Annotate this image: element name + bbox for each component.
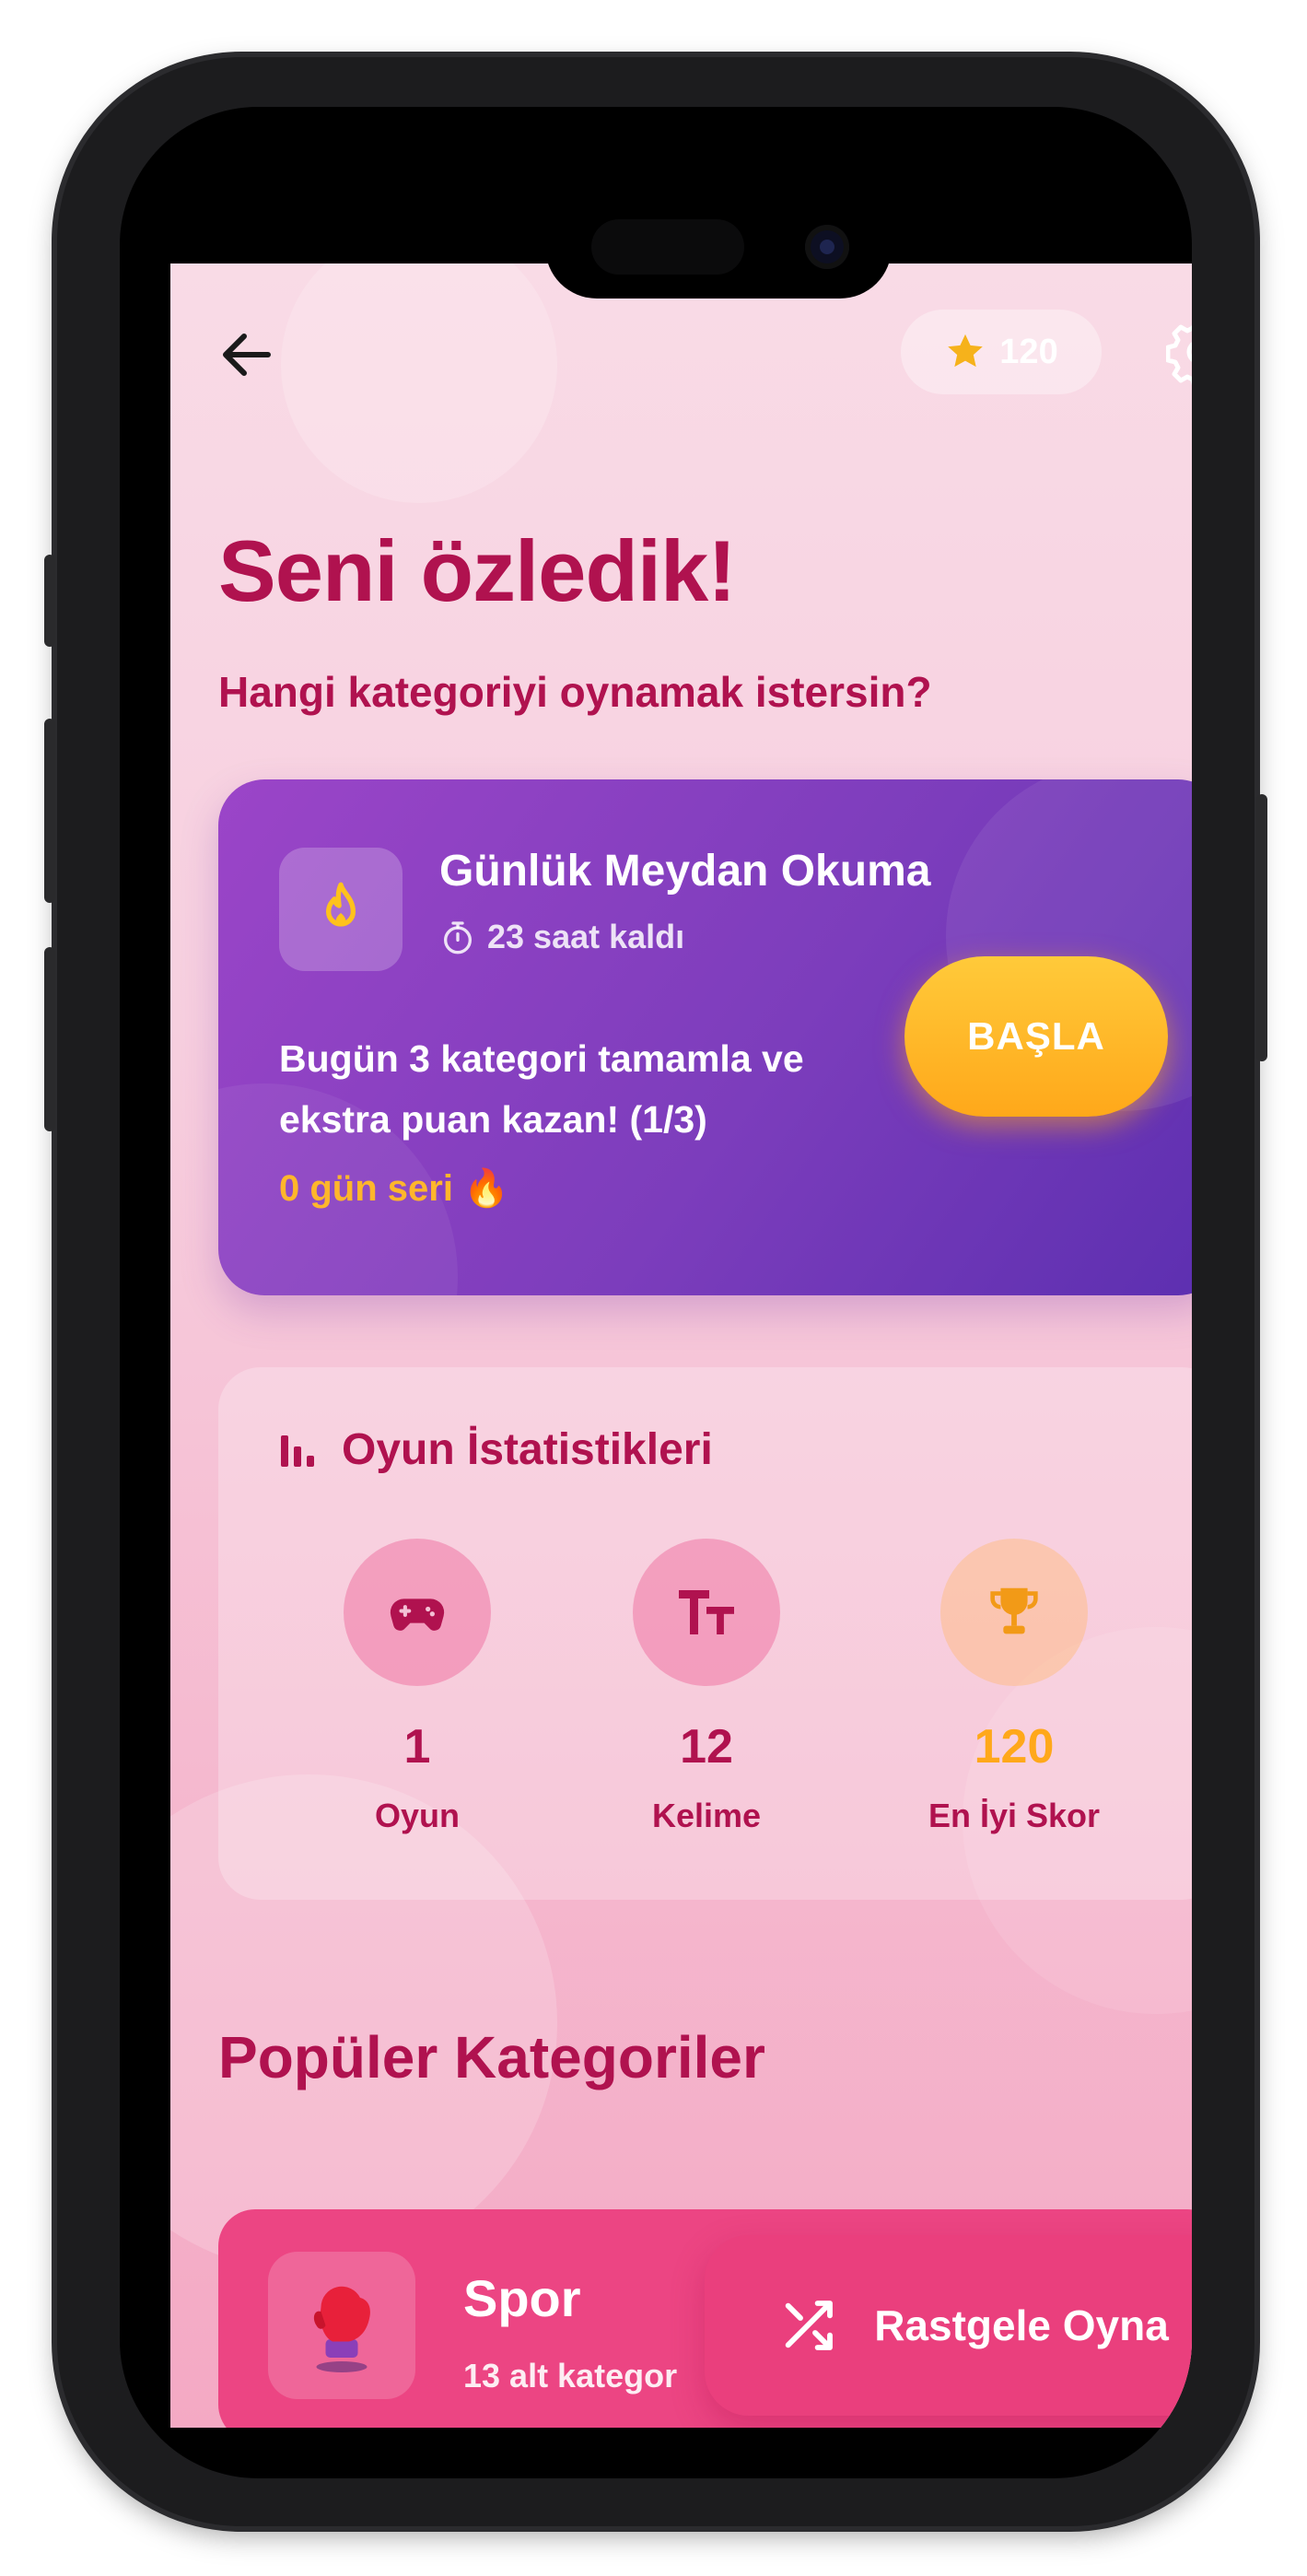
power-button xyxy=(1256,794,1267,1061)
stat-label: Oyun xyxy=(374,1797,460,1834)
stat-best-score: 120 En İyi Skor xyxy=(876,1539,1152,1835)
page-subtitle: Hangi kategoriyi oynamak istersin? xyxy=(218,668,932,716)
challenge-description: Bugün 3 kategori tamamla ve ekstra puan … xyxy=(279,1037,804,1141)
stat-label: En İyi Skor xyxy=(928,1797,1101,1834)
category-subtitle: 13 alt kategor xyxy=(463,2357,678,2395)
score-value: 120 xyxy=(999,332,1058,371)
popular-categories-title: Popüler Kategoriler xyxy=(218,2024,765,2090)
volume-up-button xyxy=(44,719,55,903)
stat-value: 12 xyxy=(680,1720,733,1774)
back-button[interactable] xyxy=(215,322,279,387)
arrow-left-icon xyxy=(223,334,271,376)
stat-label: Kelime xyxy=(651,1797,762,1834)
gear-icon xyxy=(1165,324,1192,386)
challenge-timer: 23 saat kaldı xyxy=(439,918,684,956)
mute-switch xyxy=(44,555,55,647)
boxing-glove-icon xyxy=(313,2286,370,2372)
challenge-title: Günlük Meydan Okuma xyxy=(439,847,931,896)
fire-icon xyxy=(326,882,356,927)
page-title: Seni özledik! xyxy=(218,522,737,619)
stats-header: Oyun İstatistikleri xyxy=(275,1424,713,1475)
random-play-label: Rastgele Oyna xyxy=(874,2301,1169,2349)
star-icon xyxy=(948,334,984,368)
dynamic-island xyxy=(545,195,892,299)
gamepad-icon xyxy=(390,1598,445,1631)
stat-icon-circle xyxy=(633,1539,780,1686)
stopwatch-icon xyxy=(444,921,472,954)
app-screen: 120 Seni özledik! Hangi kategoriyi oynam… xyxy=(170,263,1192,2428)
stat-icon-circle xyxy=(344,1539,491,1686)
daily-challenge-card[interactable]: Günlük Meydan Okuma 23 saat kaldı Bugün … xyxy=(218,779,1192,1295)
bar-chart-icon xyxy=(281,1434,314,1467)
volume-down-button xyxy=(44,947,55,1131)
stats-title: Oyun İstatistikleri xyxy=(342,1425,713,1474)
text-size-icon xyxy=(679,1590,734,1634)
phone-frame: 120 Seni özledik! Hangi kategoriyi oynam… xyxy=(44,57,1267,2526)
stat-words: 12 Kelime xyxy=(568,1539,845,1835)
stat-value: 1 xyxy=(403,1720,431,1774)
challenge-icon-tile xyxy=(279,848,403,971)
stat-value: 120 xyxy=(974,1720,1055,1774)
score-badge: 120 xyxy=(901,310,1102,394)
game-stats-card: Oyun İstatistikleri 1 Oyun 12 Kelime 120… xyxy=(218,1367,1192,1900)
settings-button[interactable] xyxy=(1165,319,1192,386)
shuffle-icon xyxy=(785,2301,834,2350)
camera-icon xyxy=(805,225,849,269)
time-left-text: 23 saat kaldı xyxy=(487,918,685,955)
category-icon-tile xyxy=(268,2252,415,2399)
start-challenge-button[interactable]: BAŞLA xyxy=(904,956,1168,1117)
stat-icon-circle xyxy=(940,1539,1088,1686)
random-play-button[interactable]: Rastgele Oyna xyxy=(705,2235,1192,2416)
category-name: Spor xyxy=(463,2269,581,2327)
stat-games: 1 Oyun xyxy=(279,1539,555,1835)
trophy-icon xyxy=(990,1587,1038,1634)
streak-text: 0 gün seri 🔥 xyxy=(279,1168,509,1209)
screen-bezel: 120 Seni özledik! Hangi kategoriyi oynam… xyxy=(120,107,1192,2478)
